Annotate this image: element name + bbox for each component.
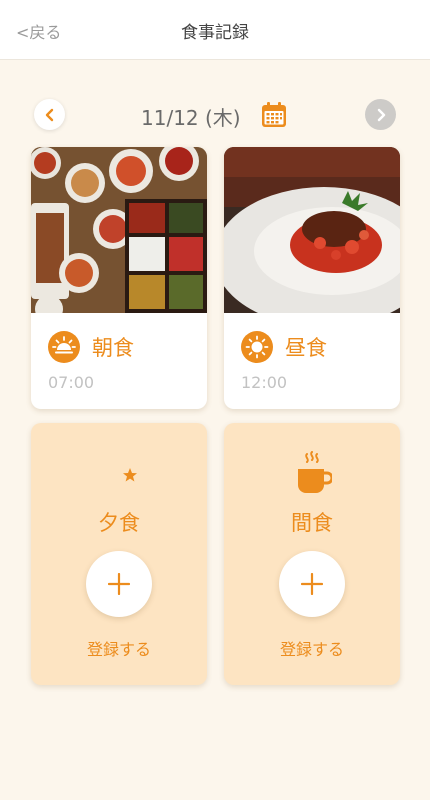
meal-card-snack: 間食 登録する [224,423,400,685]
date-navigator: 11/12 (木) [0,98,430,132]
korean-breakfast-photo [31,147,207,313]
meal-heading: 昼食 [241,331,327,363]
meal-card-lunch[interactable]: 昼食 12:00 [224,147,400,409]
meal-time: 12:00 [241,373,288,392]
app-header: <戻る 食事記録 [0,0,430,60]
sun-icon [241,331,273,363]
meal-label: 夕食 [98,511,140,535]
chevron-right-icon [377,108,385,121]
calendar-icon[interactable] [259,100,289,130]
add-snack-button[interactable] [279,551,345,617]
plus-icon [108,573,130,595]
meal-label: 間食 [291,511,333,535]
meal-label: 昼食 [285,336,327,360]
register-dinner-link[interactable]: 登録する [31,636,207,660]
coffee-cup-icon [298,451,332,493]
chevron-left-icon [45,108,53,121]
page-title: 食事記録 [181,23,249,43]
meat-in-tomato-sauce-photo [224,147,400,313]
meal-heading: 朝食 [48,331,134,363]
meal-card-breakfast[interactable]: 朝食 07:00 [31,147,207,409]
add-dinner-button[interactable] [86,551,152,617]
plus-icon [301,573,323,595]
meal-card-dinner: 夕食 登録する [31,423,207,685]
sunrise-icon [48,331,80,363]
next-day-button[interactable] [365,99,396,130]
prev-day-button[interactable] [34,99,65,130]
meal-time: 07:00 [48,373,95,392]
register-snack-link[interactable]: 登録する [224,636,400,660]
moon-star-icon [100,457,137,493]
current-date: 11/12 (木) [141,106,241,130]
meal-label: 朝食 [92,336,134,360]
